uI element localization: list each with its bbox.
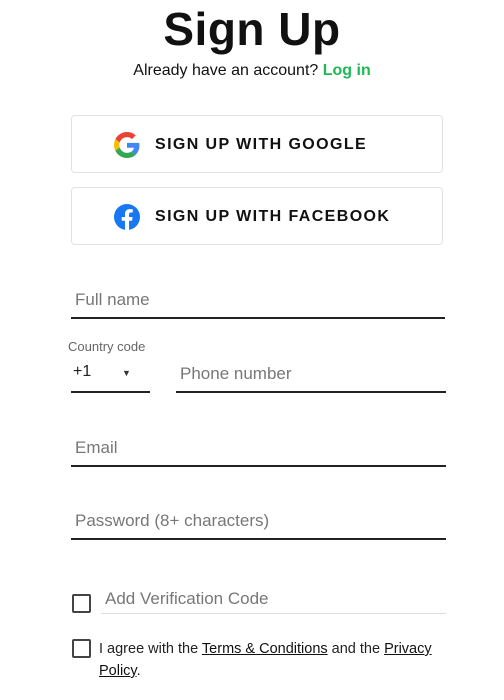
login-link[interactable]: Log in [323, 62, 371, 79]
email-input[interactable] [71, 430, 446, 467]
terms-link[interactable]: Terms & Conditions [202, 641, 328, 657]
terms-middle: and the [327, 641, 385, 657]
terms-checkbox[interactable] [72, 639, 91, 658]
caret-down-icon: ▼ [122, 368, 131, 378]
country-code-label: Country code [68, 339, 146, 354]
password-input[interactable] [71, 503, 446, 540]
country-code-value: +1 [73, 363, 92, 380]
signup-page: Sign Up Already have an account? Log in … [0, 0, 504, 700]
facebook-icon [114, 204, 140, 230]
have-account-text: Already have an account? [133, 62, 319, 79]
google-signup-button[interactable]: SIGN UP WITH GOOGLE [71, 115, 443, 173]
facebook-signup-button[interactable]: SIGN UP WITH FACEBOOK [71, 187, 443, 245]
facebook-signup-label: SIGN UP WITH FACEBOOK [155, 208, 391, 225]
page-title: Sign Up [163, 3, 341, 55]
phone-number-input[interactable] [176, 356, 446, 393]
terms-suffix: . [136, 663, 141, 679]
login-prompt: Already have an account? Log in [0, 62, 504, 80]
full-name-input[interactable] [71, 282, 445, 319]
country-code-select[interactable]: +1 ▼ [71, 357, 150, 393]
google-signup-label: SIGN UP WITH GOOGLE [155, 136, 368, 153]
google-icon [114, 132, 140, 158]
terms-prefix: I agree with the [99, 641, 202, 657]
terms-agreement-text: I agree with the Terms & Conditions and … [99, 638, 444, 682]
verification-code-input[interactable] [101, 584, 446, 614]
verification-checkbox[interactable] [72, 594, 91, 613]
